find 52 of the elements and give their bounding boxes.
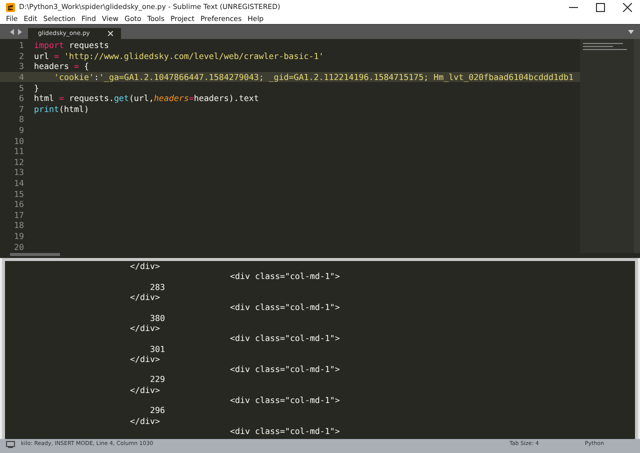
scrollbar[interactable]	[10, 253, 60, 256]
output-line: <div class="col-md-1">	[230, 364, 340, 374]
line-number: 11	[13, 146, 25, 156]
code-line: headers = {	[34, 61, 89, 72]
output-line: <div class="col-md-1">	[230, 271, 340, 282]
output-line: </div>	[130, 292, 160, 302]
line-number: 20	[13, 242, 25, 252]
output-line: 301	[150, 344, 165, 354]
output-line: 380	[150, 312, 165, 323]
output-line: </div>	[130, 354, 160, 364]
output-line: </div>	[130, 384, 160, 395]
caret-icon[interactable]	[628, 30, 634, 34]
code-line: }	[34, 82, 39, 93]
line-number: 18	[13, 220, 25, 230]
code-line: print(html)	[34, 104, 89, 114]
output-line: </div>	[130, 416, 160, 426]
code-line: import requests	[34, 40, 109, 50]
line-number: 12	[13, 156, 25, 167]
output-line: </div>	[130, 322, 160, 333]
line-number: 16	[13, 199, 25, 210]
line-number: 1	[18, 40, 25, 50]
app-logo-icon	[6, 2, 15, 12]
line-number: 15	[13, 188, 25, 199]
line-number: 4	[18, 72, 25, 82]
maximize-icon[interactable]	[596, 2, 605, 12]
close-icon[interactable]	[623, 2, 632, 12]
arrows-icon[interactable]	[10, 29, 22, 35]
line-number: 19	[13, 230, 25, 241]
monitor-icon[interactable]	[6, 441, 15, 448]
line-number: 5	[18, 82, 25, 93]
code-line: 'cookie':'_ga=GA1.2.1047866447.1584279043; _gid=GA1.2.112214196.1584715175; Hm_lvt_020fbaad6104bcddd1db1	[53, 72, 574, 82]
line-number: 17	[13, 210, 25, 220]
line-number: 2	[18, 50, 25, 61]
output-line: 283	[150, 282, 165, 292]
code-line: url = 'http://www.glidedsky.com/level/web/crawler-basic-1'	[34, 50, 324, 61]
line-number: 9	[18, 125, 25, 136]
output-line: <div class="col-md-1">	[230, 302, 340, 312]
output-line: <div class="col-md-1">	[230, 426, 340, 436]
output-line: <div class="col-md-1">	[230, 395, 340, 405]
code-line: html = requests.get(url,headers=headers).text	[34, 93, 259, 104]
line-number: 14	[13, 178, 25, 188]
line-number: 6	[18, 93, 25, 104]
line-number: 8	[18, 114, 25, 124]
line-number: 13	[13, 167, 25, 178]
output-line: 296	[150, 405, 165, 416]
line-number: 10	[13, 136, 25, 146]
line-number: 7	[18, 104, 25, 114]
output-line: </div>	[130, 261, 160, 272]
line-number: 3	[18, 61, 25, 72]
output-line: <div class="col-md-1">	[230, 333, 340, 344]
scrollbar[interactable]	[634, 39, 640, 253]
output-line: 229	[150, 374, 165, 384]
